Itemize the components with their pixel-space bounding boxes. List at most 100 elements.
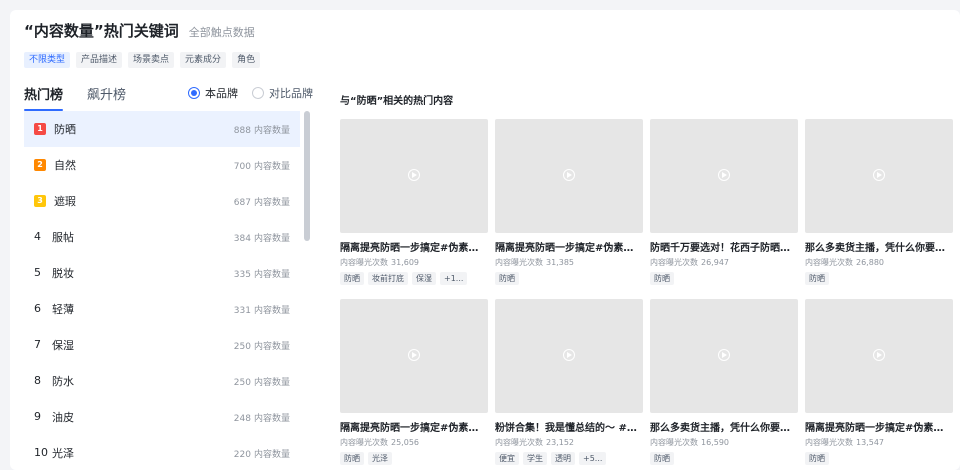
video-thumbnail[interactable] bbox=[340, 119, 488, 233]
filter-chip-scene[interactable]: 场景卖点 bbox=[128, 52, 175, 68]
radio-label: 本品牌 bbox=[205, 87, 238, 100]
content-title[interactable]: 粉饼合集！我是懂总结的～ #… bbox=[495, 419, 643, 434]
keyword-count: 248 内容数量 bbox=[234, 411, 290, 424]
count-value: 888 bbox=[233, 125, 251, 136]
tab-rising[interactable]: 飙升榜 bbox=[87, 84, 126, 111]
video-thumbnail[interactable] bbox=[340, 299, 488, 413]
exposure-value: 25,056 bbox=[391, 438, 419, 447]
count-unit: 内容数量 bbox=[253, 305, 290, 316]
count-unit: 内容数量 bbox=[253, 449, 290, 460]
exposure-meta: 内容曝光次数 25,056 bbox=[340, 437, 488, 448]
exposure-label: 内容曝光次数 bbox=[805, 258, 853, 267]
tag-list: 防晒 bbox=[650, 272, 798, 285]
play-icon bbox=[563, 349, 575, 361]
video-thumbnail[interactable] bbox=[495, 119, 643, 233]
keyword-row[interactable]: 3 遮瑕 687 内容数量 bbox=[24, 183, 300, 219]
filter-chip-all[interactable]: 不限类型 bbox=[24, 52, 71, 68]
count-value: 331 bbox=[233, 305, 251, 316]
tag-list: 防晒 bbox=[495, 272, 643, 285]
keyword-label: 脱妆 bbox=[52, 267, 74, 280]
keyword-count: 335 内容数量 bbox=[234, 267, 290, 280]
rank-badge: 9 bbox=[34, 410, 41, 423]
keyword-row[interactable]: 4 服帖 384 内容数量 bbox=[24, 219, 300, 255]
rank-badge: 3 bbox=[34, 195, 46, 207]
video-thumbnail[interactable] bbox=[495, 299, 643, 413]
radio-label: 对比品牌 bbox=[269, 87, 313, 100]
keyword-count: 384 内容数量 bbox=[234, 231, 290, 244]
play-icon bbox=[408, 169, 420, 181]
content-title[interactable]: 那么多卖货主播，凭什么你要… bbox=[650, 419, 798, 434]
video-thumbnail[interactable] bbox=[805, 119, 953, 233]
keyword-label: 轻薄 bbox=[52, 303, 74, 316]
content-card[interactable]: 隔离提亮防晒一步搞定#伪素颜… 内容曝光次数 13,547 防晒 bbox=[805, 299, 953, 465]
content-card[interactable]: 防晒千万要选对！花西子防晒… 内容曝光次数 26,947 防晒 bbox=[650, 119, 798, 285]
keyword-label: 油皮 bbox=[52, 411, 74, 424]
rank-badge: 6 bbox=[34, 302, 41, 315]
keyword-tag: 透明 bbox=[551, 452, 575, 465]
keyword-row[interactable]: 9 油皮 248 内容数量 bbox=[24, 399, 300, 435]
keyword-tag: 防晒 bbox=[340, 272, 364, 285]
keyword-row[interactable]: 5 脱妆 335 内容数量 bbox=[24, 255, 300, 291]
radio-own-brand[interactable]: 本品牌 bbox=[188, 85, 238, 101]
tag-list: 防晒 bbox=[805, 272, 953, 285]
rank-badge: 8 bbox=[34, 374, 41, 387]
play-icon bbox=[718, 169, 730, 181]
hot-keywords-card: “内容数量”热门关键词 全部触点数据 不限类型 产品描述 场景卖点 元素成分 角… bbox=[10, 10, 960, 470]
content-title[interactable]: 防晒千万要选对！花西子防晒… bbox=[650, 239, 798, 254]
keyword-list-scrollbar[interactable] bbox=[304, 111, 310, 241]
play-icon bbox=[718, 349, 730, 361]
exposure-value: 23,152 bbox=[546, 438, 574, 447]
keyword-row[interactable]: 6 轻薄 331 内容数量 bbox=[24, 291, 300, 327]
keyword-tag: 光泽 bbox=[368, 452, 392, 465]
tag-list: 防晒 妆前打底 保湿 +1... bbox=[340, 272, 488, 285]
tab-hot[interactable]: 热门榜 bbox=[24, 84, 64, 111]
keyword-count: 250 内容数量 bbox=[234, 339, 290, 352]
content-card[interactable]: 那么多卖货主播，凭什么你要… 内容曝光次数 16,590 防晒 bbox=[650, 299, 798, 465]
content-title[interactable]: 隔离提亮防晒一步搞定#伪素颜… bbox=[495, 239, 643, 254]
content-card[interactable]: 那么多卖货主播，凭什么你要… 内容曝光次数 26,880 防晒 bbox=[805, 119, 953, 285]
keyword-tag: 防晒 bbox=[650, 452, 674, 465]
video-thumbnail[interactable] bbox=[805, 299, 953, 413]
content-title[interactable]: 那么多卖货主播，凭什么你要… bbox=[805, 239, 953, 254]
count-unit: 内容数量 bbox=[253, 161, 290, 172]
exposure-meta: 内容曝光次数 31,609 bbox=[340, 257, 488, 268]
tag-list: 便宜 学生 透明 +5... bbox=[495, 452, 643, 465]
keyword-count: 250 内容数量 bbox=[234, 375, 290, 388]
header: “内容数量”热门关键词 全部触点数据 bbox=[24, 20, 255, 41]
filter-chip-product[interactable]: 产品描述 bbox=[76, 52, 123, 68]
keyword-row[interactable]: 10 光泽 220 内容数量 bbox=[24, 435, 300, 470]
keyword-row[interactable]: 1 防晒 888 内容数量 bbox=[24, 111, 300, 147]
exposure-meta: 内容曝光次数 13,547 bbox=[805, 437, 953, 448]
filter-chip-role[interactable]: 角色 bbox=[232, 52, 261, 68]
content-card[interactable]: 隔离提亮防晒一步搞定#伪素颜… 内容曝光次数 31,609 防晒 妆前打底 保湿 +1... bbox=[340, 119, 488, 285]
radio-compare-brand[interactable]: 对比品牌 bbox=[252, 85, 313, 101]
count-value: 248 bbox=[233, 413, 251, 424]
keyword-label: 防晒 bbox=[54, 123, 76, 136]
count-value: 687 bbox=[233, 197, 251, 208]
content-card[interactable]: 隔离提亮防晒一步搞定#伪素颜… 内容曝光次数 25,056 防晒 光泽 bbox=[340, 299, 488, 465]
play-icon bbox=[408, 349, 420, 361]
video-thumbnail[interactable] bbox=[650, 299, 798, 413]
count-unit: 内容数量 bbox=[253, 197, 290, 208]
keyword-tag: +1... bbox=[440, 272, 468, 285]
play-icon bbox=[563, 169, 575, 181]
brand-radio-group: 本品牌 对比品牌 bbox=[188, 85, 313, 101]
content-title[interactable]: 隔离提亮防晒一步搞定#伪素颜… bbox=[805, 419, 953, 434]
keyword-row[interactable]: 7 保湿 250 内容数量 bbox=[24, 327, 300, 363]
content-title[interactable]: 隔离提亮防晒一步搞定#伪素颜… bbox=[340, 419, 488, 434]
video-thumbnail[interactable] bbox=[650, 119, 798, 233]
keyword-tag: 防晒 bbox=[495, 272, 519, 285]
count-value: 250 bbox=[233, 341, 251, 352]
keyword-tag: 学生 bbox=[523, 452, 547, 465]
keyword-row[interactable]: 8 防水 250 内容数量 bbox=[24, 363, 300, 399]
filter-chip-ingredient[interactable]: 元素成分 bbox=[180, 52, 227, 68]
content-title[interactable]: 隔离提亮防晒一步搞定#伪素颜… bbox=[340, 239, 488, 254]
exposure-value: 31,385 bbox=[546, 258, 574, 267]
count-value: 250 bbox=[233, 377, 251, 388]
exposure-label: 内容曝光次数 bbox=[495, 438, 543, 447]
keyword-row[interactable]: 2 自然 700 内容数量 bbox=[24, 147, 300, 183]
exposure-label: 内容曝光次数 bbox=[340, 258, 388, 267]
content-card[interactable]: 隔离提亮防晒一步搞定#伪素颜… 内容曝光次数 31,385 防晒 bbox=[495, 119, 643, 285]
exposure-label: 内容曝光次数 bbox=[650, 438, 698, 447]
content-card[interactable]: 粉饼合集！我是懂总结的～ #… 内容曝光次数 23,152 便宜 学生 透明 +5... bbox=[495, 299, 643, 465]
